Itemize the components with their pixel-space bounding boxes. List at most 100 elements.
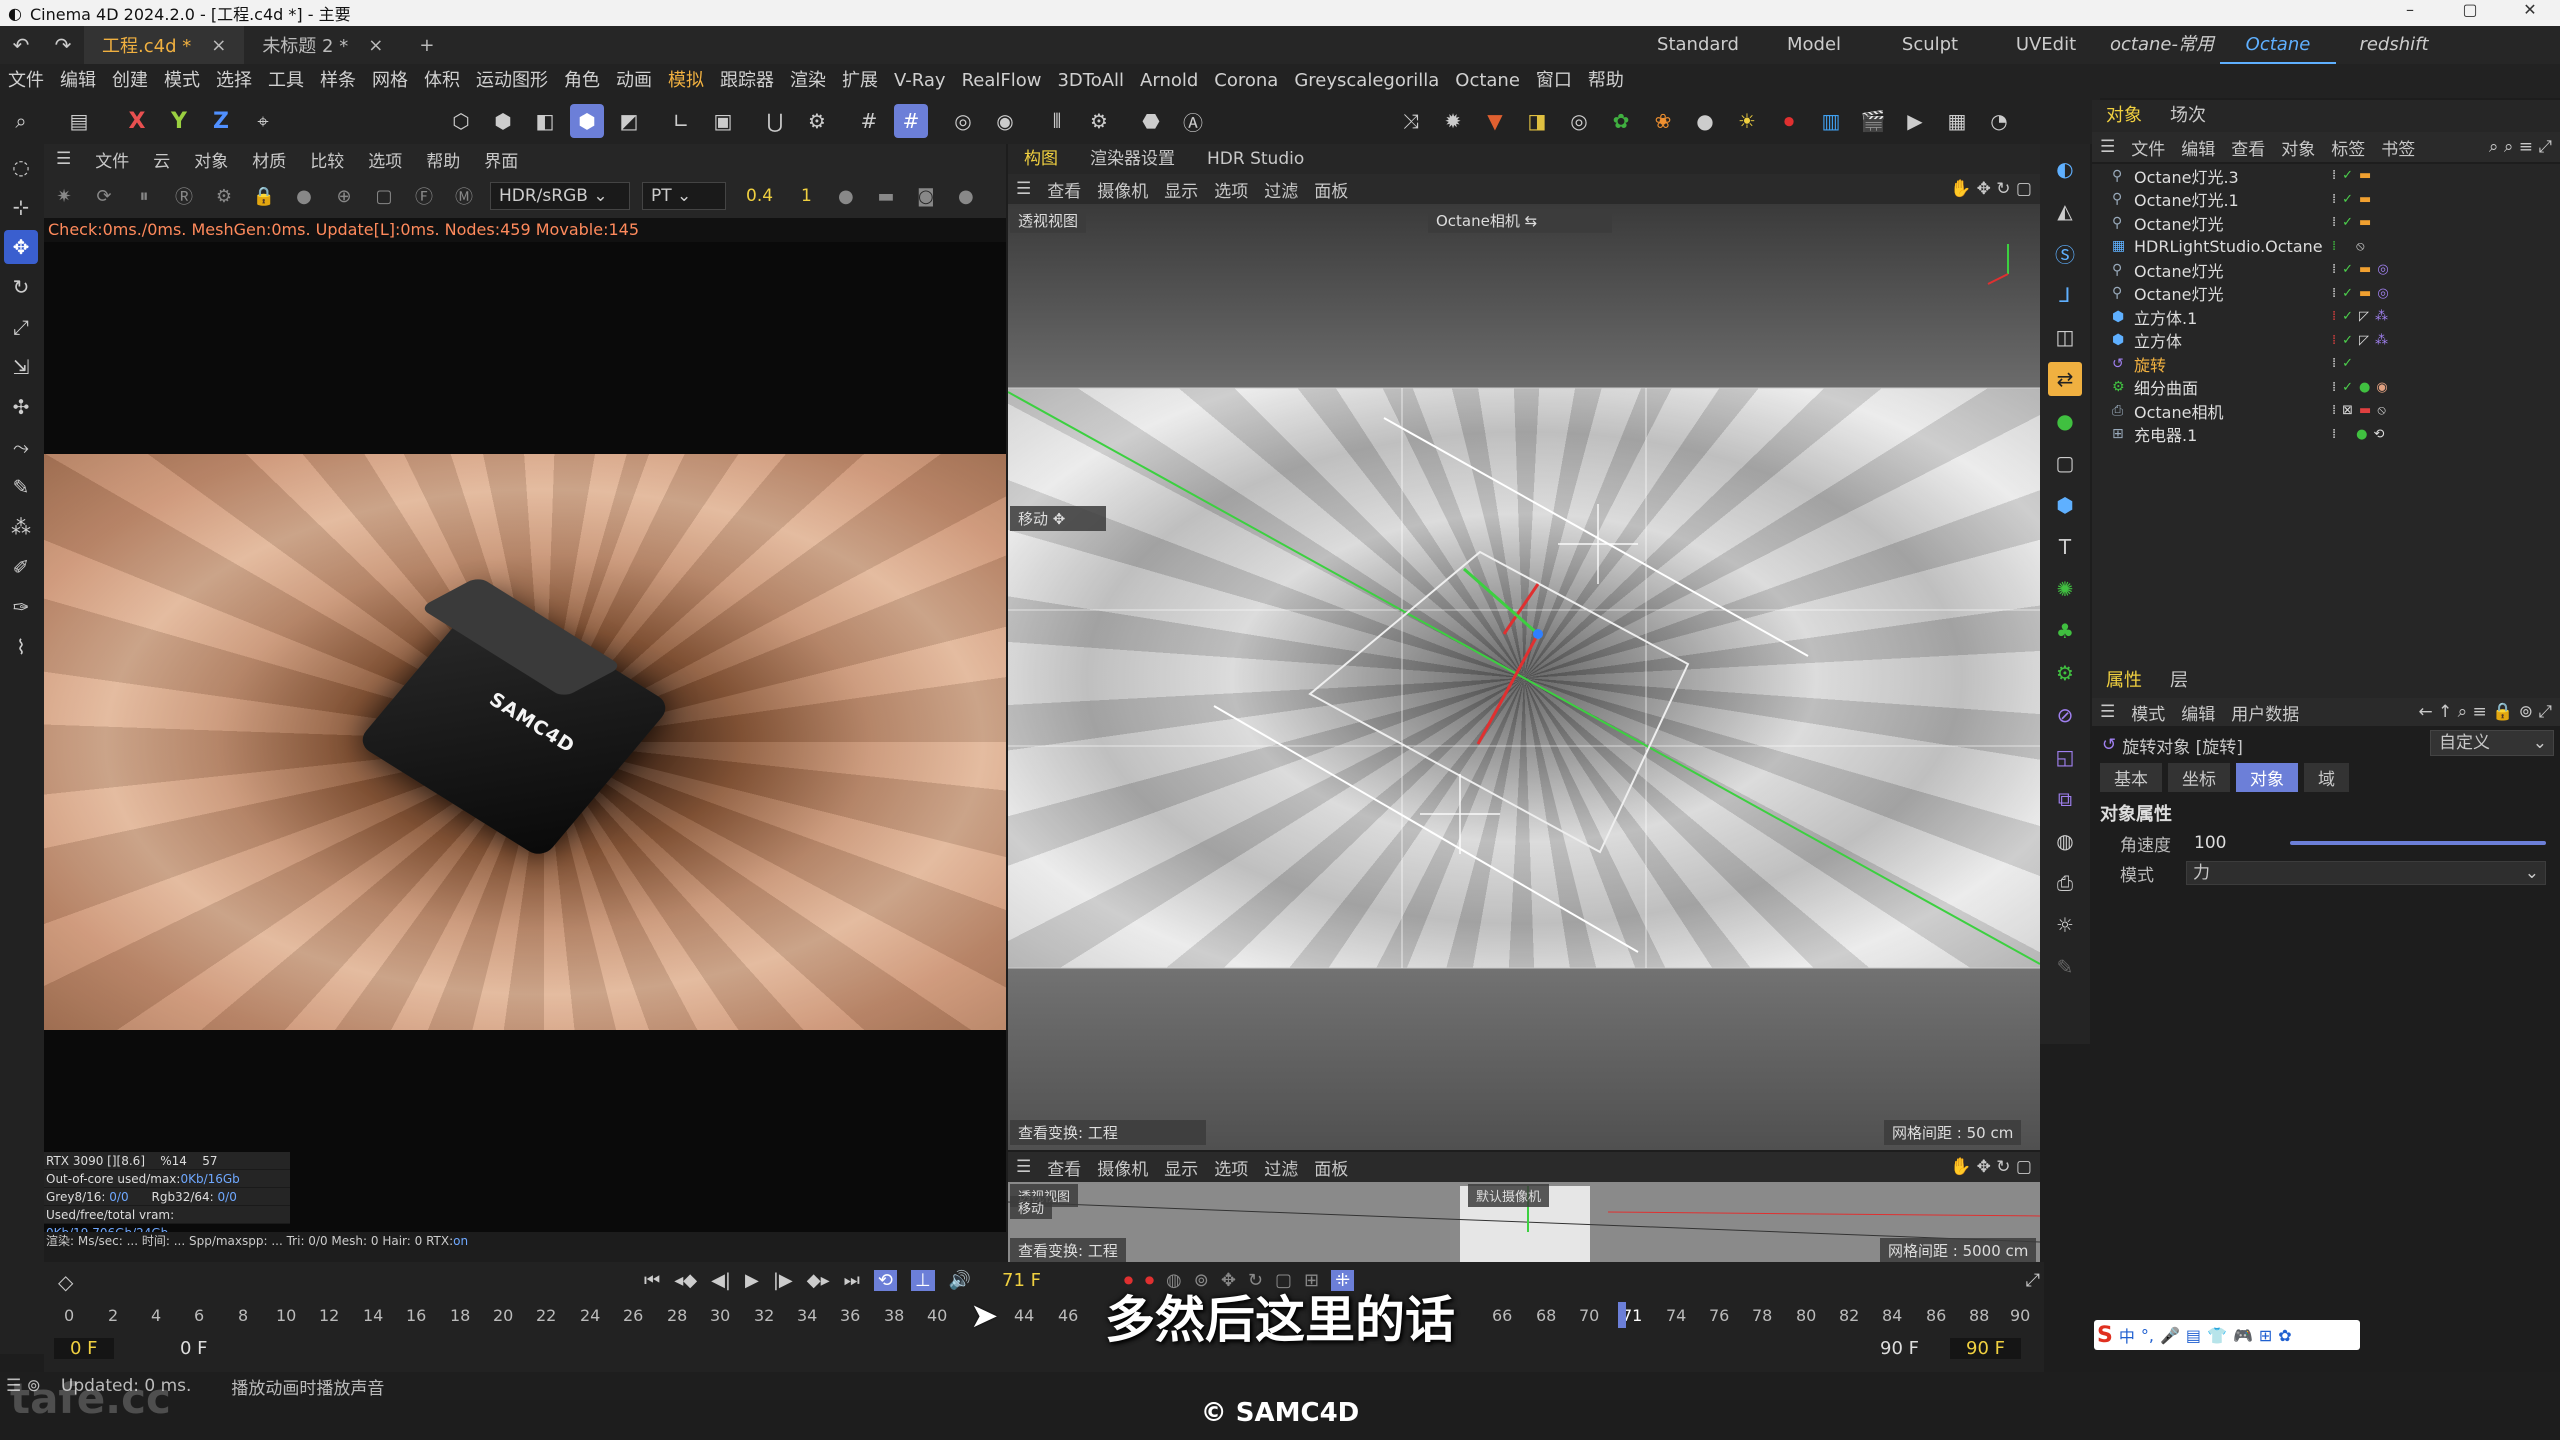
restart-render-icon[interactable]: ⟳ bbox=[90, 182, 118, 210]
play-icon[interactable]: ▶ bbox=[745, 1270, 759, 1291]
snap-settings-icon[interactable]: ⚙ bbox=[800, 104, 834, 138]
focus-icon[interactable]: Ⓕ bbox=[410, 182, 438, 210]
green-sphere-icon[interactable]: ● bbox=[2048, 404, 2082, 438]
om-menu-item[interactable]: 编辑 bbox=[2173, 135, 2223, 160]
trash-icon[interactable]: ▥ bbox=[1814, 104, 1848, 138]
effector-icon[interactable]: ◱ bbox=[2048, 740, 2082, 774]
list-item[interactable]: ⚲ Octane灯光 ⁞ ✓ ▬ ◎ bbox=[2092, 282, 2560, 306]
preview-start-field[interactable]: 0 F bbox=[164, 1338, 224, 1359]
gear-green-icon[interactable]: ⚙ bbox=[2048, 656, 2082, 690]
sphere-icon[interactable]: ● bbox=[290, 182, 318, 210]
object-flags[interactable]: ⁞ ✓ ▬ bbox=[2332, 192, 2371, 207]
workplane-icon[interactable]: # bbox=[894, 104, 928, 138]
gear-icon[interactable]: ✹ bbox=[1436, 104, 1470, 138]
ime-item[interactable]: °, bbox=[2138, 1326, 2157, 1345]
save-scene-icon[interactable]: ▤ bbox=[62, 104, 96, 138]
object-flags[interactable]: ⁞ ✓ ▬ ◎ bbox=[2332, 286, 2389, 301]
magnet-icon[interactable]: ⋃ bbox=[758, 104, 792, 138]
object-flags[interactable]: ⁞ ✓ bbox=[2332, 356, 2353, 371]
plane-icon[interactable]: ▢ bbox=[2048, 446, 2082, 480]
close-tab-icon[interactable]: × bbox=[368, 35, 383, 56]
redo-icon[interactable]: ↷ bbox=[46, 28, 80, 62]
doc-tab-project[interactable]: 工程.c4d * × bbox=[84, 26, 245, 64]
search-icon[interactable]: ⌕ ⌕ ≡ ⤢ bbox=[2481, 137, 2560, 157]
menu-item[interactable]: 窗口 bbox=[1528, 64, 1580, 98]
tab-hdr-studio[interactable]: HDR Studio bbox=[1191, 144, 1320, 174]
render-queue-icon[interactable]: ▦ bbox=[1940, 104, 1974, 138]
rv-menu-item[interactable]: 比较 bbox=[298, 147, 356, 172]
lock-icon[interactable]: 🔒 bbox=[250, 182, 278, 210]
rv-menu-item[interactable]: 选项 bbox=[356, 147, 414, 172]
playhead[interactable] bbox=[1618, 1302, 1626, 1328]
ime-item[interactable]: 中 bbox=[2116, 1323, 2138, 1347]
om-menu-item[interactable]: 书签 bbox=[2373, 135, 2423, 160]
colorspace-select[interactable]: HDR/sRGB ⌄ bbox=[490, 182, 630, 210]
add-icon[interactable]: ⊕ bbox=[330, 182, 358, 210]
vp-menu-item[interactable]: 显示 bbox=[1156, 177, 1206, 202]
object-mode-icon[interactable]: ◩ bbox=[612, 104, 646, 138]
menu-item[interactable]: 文件 bbox=[0, 64, 52, 98]
octane-toggle-icon[interactable]: ◐ bbox=[2048, 152, 2082, 186]
om-menu-item[interactable]: 对象 bbox=[2273, 135, 2323, 160]
vp-menu-item[interactable]: 摄像机 bbox=[1089, 1155, 1156, 1180]
symmetry-icon[interactable]: ⫴ bbox=[1040, 104, 1074, 138]
film-icon[interactable]: ▬ bbox=[872, 182, 900, 210]
crop-icon[interactable]: ▢ bbox=[370, 182, 398, 210]
maximize-button[interactable]: ▢ bbox=[2440, 0, 2500, 19]
at-menu-item[interactable]: 编辑 bbox=[2173, 700, 2223, 725]
menu-icon[interactable]: ☰ bbox=[1008, 1157, 1039, 1177]
go-to-end-icon[interactable]: ⏭ bbox=[844, 1270, 860, 1291]
globe-icon[interactable]: ◍ bbox=[2048, 824, 2082, 858]
material-icon[interactable]: ◨ bbox=[1520, 104, 1554, 138]
current-frame-field[interactable]: 71 F bbox=[1002, 1270, 1041, 1291]
transform-icon[interactable]: ✣ bbox=[4, 390, 38, 424]
menu-item[interactable]: 帮助 bbox=[1580, 64, 1632, 98]
object-flags[interactable]: ⁞ ✓ ▬ bbox=[2332, 168, 2371, 183]
rv-menu-item[interactable]: 材质 bbox=[240, 147, 298, 172]
symmetry-settings-icon[interactable]: ⚙ bbox=[1082, 104, 1116, 138]
grid-snap-icon[interactable]: # bbox=[852, 104, 886, 138]
menu-item[interactable]: Corona bbox=[1206, 64, 1286, 98]
vp-menu-item[interactable]: 摄像机 bbox=[1089, 177, 1156, 202]
object-flags[interactable]: ⁞ ⊠ ▬ ⦸ bbox=[2332, 403, 2386, 418]
kernel-select[interactable]: PT ⌄ bbox=[642, 182, 726, 210]
ime-item[interactable]: ✿ bbox=[2275, 1326, 2294, 1345]
menu-item[interactable]: 样条 bbox=[312, 64, 364, 98]
gamma-field[interactable]: 1 bbox=[787, 186, 826, 206]
at-menu-item[interactable]: 用户数据 bbox=[2223, 700, 2307, 725]
ime-item[interactable]: 🎤 bbox=[2157, 1326, 2183, 1345]
menu-item-simulate[interactable]: 模拟 bbox=[660, 64, 712, 98]
layout-octane-common[interactable]: octane-常用 bbox=[2104, 26, 2220, 64]
vp-menu-item[interactable]: 选项 bbox=[1206, 1155, 1256, 1180]
tab-attributes[interactable]: 属性 bbox=[2092, 664, 2156, 698]
menu-icon[interactable]: ☰ bbox=[2092, 702, 2123, 722]
tab-layout[interactable]: 构图 bbox=[1008, 144, 1074, 174]
om-menu-item[interactable]: 标签 bbox=[2323, 135, 2373, 160]
view-name[interactable]: 透视视图 bbox=[1010, 208, 1087, 233]
scatter-icon[interactable]: ✿ bbox=[1604, 104, 1638, 138]
move-child-icon[interactable]: ⇲ bbox=[4, 350, 38, 384]
menu-item[interactable]: 网格 bbox=[364, 64, 416, 98]
light-bulb-icon[interactable]: ✺ bbox=[2048, 572, 2082, 606]
pen-disabled-icon[interactable]: ✎ bbox=[2048, 950, 2082, 984]
object-flags[interactable]: ⁞ ● ⟲ bbox=[2332, 427, 2384, 442]
list-item[interactable]: ⚲ Octane灯光.3 ⁞ ✓ ▬ bbox=[2092, 164, 2560, 188]
layout-redshift[interactable]: redshift bbox=[2336, 26, 2452, 64]
vp-menu-item[interactable]: 面板 bbox=[1306, 177, 1356, 202]
knife-icon[interactable]: ⌇ bbox=[4, 630, 38, 664]
pen-icon[interactable]: ✎ bbox=[4, 470, 38, 504]
shuffle-icon[interactable]: ⤨ bbox=[1394, 104, 1428, 138]
list-item[interactable]: ⚲ Octane灯光.1 ⁞ ✓ ▬ bbox=[2092, 188, 2560, 212]
list-item[interactable]: ⚙ 细分曲面 ⁞ ✓ ● ◉ bbox=[2092, 376, 2560, 400]
menu-item[interactable]: Greyscalegorilla bbox=[1286, 64, 1447, 98]
tab-layers[interactable]: 层 bbox=[2156, 664, 2202, 698]
menu-item[interactable]: 选择 bbox=[208, 64, 260, 98]
clapper-icon[interactable]: 🎬 bbox=[1856, 104, 1890, 138]
rv-menu-item[interactable]: 文件 bbox=[83, 147, 141, 172]
scale-icon[interactable]: ⤢ bbox=[4, 310, 38, 344]
axis-mode-icon[interactable]: ∟ bbox=[664, 104, 698, 138]
new-tab-button[interactable]: + bbox=[401, 26, 452, 64]
menu-item[interactable]: 动画 bbox=[608, 64, 660, 98]
region-icon[interactable]: Ⓡ bbox=[170, 182, 198, 210]
menu-item[interactable]: 3DToAll bbox=[1049, 64, 1132, 98]
